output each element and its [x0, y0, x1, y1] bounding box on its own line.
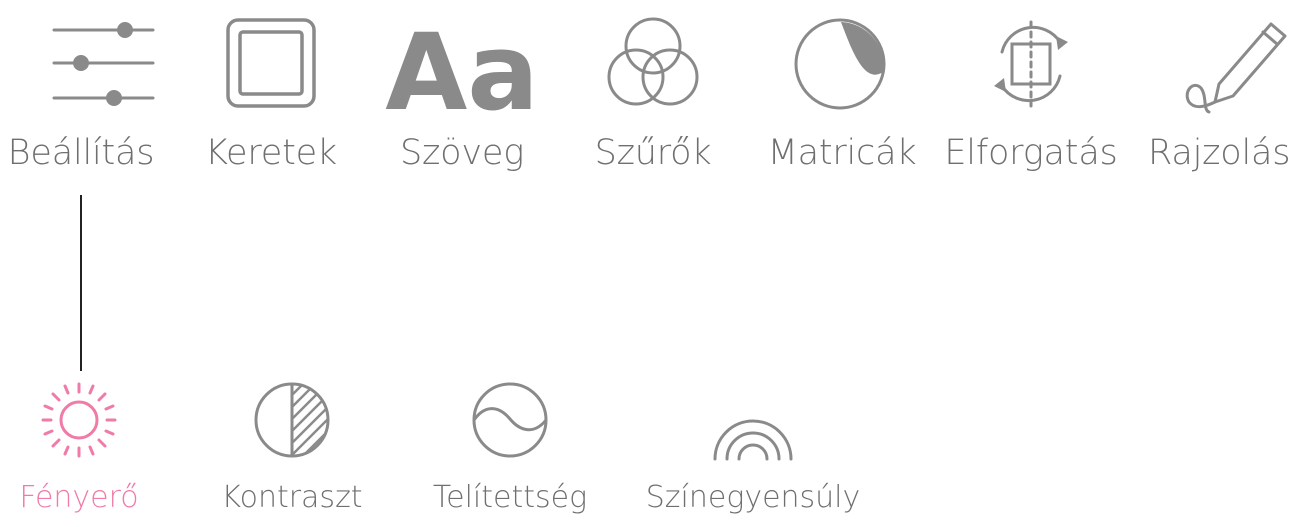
pencil-draw-icon	[1163, 14, 1287, 114]
filters-circles-icon	[598, 14, 708, 114]
tool-label: Szöveg	[399, 133, 525, 173]
contrast-icon	[242, 375, 342, 465]
frame-icon	[216, 14, 326, 114]
text-aa-icon: Aa	[385, 11, 539, 134]
sticker-icon	[787, 14, 897, 114]
adjust-label: Kontraszt	[221, 480, 363, 515]
saturation-icon	[460, 375, 560, 465]
tool-label: Szűrők	[594, 133, 712, 173]
adjust-label: Fényerő	[19, 480, 139, 515]
selection-connector	[80, 195, 82, 371]
tool-label: Beállítás	[7, 133, 155, 173]
brightness-sun-icon	[29, 375, 129, 465]
adjust-label: Telítettség	[432, 480, 588, 515]
tool-label: Rajzolás	[1148, 133, 1291, 173]
text-aa-glyph: Aa	[385, 11, 539, 134]
tool-label: Matricák	[767, 133, 917, 173]
rotate-icon	[976, 14, 1086, 114]
adjust-label: Színegyensúly	[645, 480, 861, 515]
tool-label: Keretek	[204, 133, 338, 173]
tool-label: Elforgatás	[944, 133, 1118, 173]
sliders-icon	[26, 14, 155, 114]
color-balance-icon	[703, 375, 803, 465]
